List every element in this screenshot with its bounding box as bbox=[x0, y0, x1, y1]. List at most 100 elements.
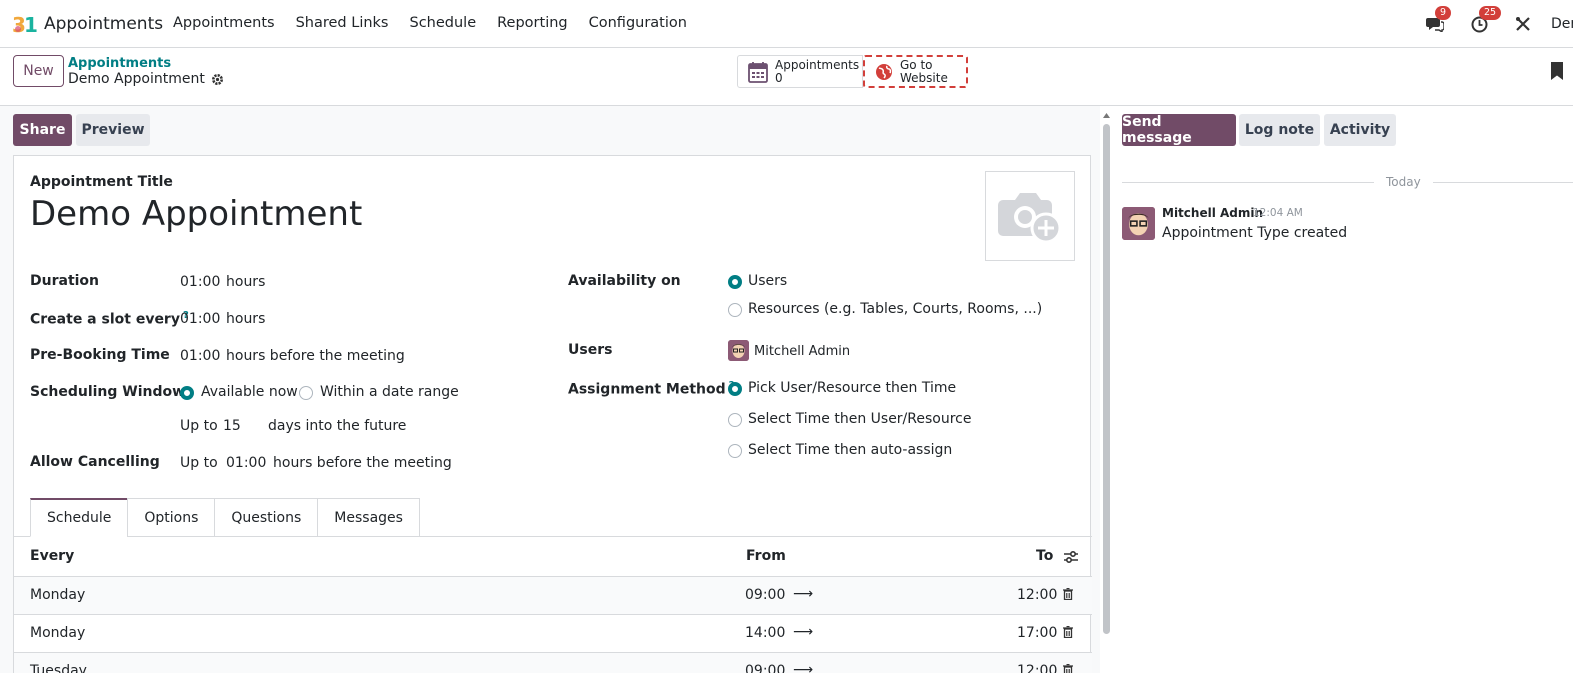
log-note-button[interactable]: Log note bbox=[1239, 114, 1320, 146]
date-separator: Today bbox=[1374, 175, 1433, 189]
menu-appointments[interactable]: Appointments bbox=[173, 15, 275, 31]
gear-icon[interactable] bbox=[211, 73, 224, 86]
availability-resources-label[interactable]: Resources (e.g. Tables, Courts, Rooms, .… bbox=[748, 301, 1042, 317]
user-avatar-icon bbox=[728, 340, 749, 361]
appointments-smart-button[interactable]: Appointments 0 bbox=[737, 55, 863, 88]
tab-questions[interactable]: Questions bbox=[214, 498, 318, 537]
breadcrumb-current-label: Demo Appointment bbox=[68, 71, 205, 87]
table-row[interactable]: Monday 14:00 ⟶ 17:00 bbox=[14, 615, 1092, 653]
availability-resources-radio[interactable] bbox=[728, 303, 742, 317]
chatter-panel: Send message Log note Activity Today Mit… bbox=[1111, 106, 1573, 673]
row-from[interactable]: 09:00 bbox=[745, 587, 785, 603]
table-row[interactable]: Monday 09:00 ⟶ 12:00 bbox=[14, 577, 1092, 615]
users-label: Users bbox=[568, 342, 613, 358]
globe-icon bbox=[876, 63, 892, 80]
assign-pick-user-label[interactable]: Pick User/Resource then Time bbox=[748, 380, 956, 396]
availability-users-label[interactable]: Users bbox=[748, 273, 787, 289]
app-name[interactable]: Appointments bbox=[44, 14, 163, 34]
arrow-right-icon: ⟶ bbox=[793, 586, 814, 602]
tab-messages[interactable]: Messages bbox=[317, 498, 420, 537]
user-menu[interactable]: Der bbox=[1551, 16, 1573, 32]
menu-reporting[interactable]: Reporting bbox=[497, 15, 568, 31]
arrow-right-icon: ⟶ bbox=[793, 662, 814, 673]
title-label: Appointment Title bbox=[30, 174, 173, 190]
activities-button[interactable]: 25 bbox=[1469, 6, 1502, 34]
tab-schedule[interactable]: Schedule bbox=[30, 498, 128, 537]
appointments-app-icon[interactable]: 3 1 bbox=[12, 13, 38, 35]
assign-time-user-radio[interactable] bbox=[728, 413, 742, 427]
assign-auto-label[interactable]: Select Time then auto-assign bbox=[748, 442, 952, 458]
row-to[interactable]: 12:00 bbox=[1017, 587, 1057, 603]
title-input[interactable]: Demo Appointment bbox=[30, 194, 362, 234]
row-to[interactable]: 12:00 bbox=[1017, 663, 1057, 673]
row-from[interactable]: 09:00 bbox=[745, 663, 785, 673]
appointments-smart-text: Appointments 0 bbox=[775, 57, 860, 85]
table-row[interactable]: Tuesday 09:00 ⟶ 12:00 bbox=[14, 653, 1092, 673]
prebook-unit: hours before the meeting bbox=[226, 348, 405, 364]
debug-tools-button[interactable] bbox=[1513, 14, 1533, 34]
assign-pick-user-radio[interactable] bbox=[728, 382, 742, 396]
schedule-table-header: Every From To bbox=[14, 537, 1092, 577]
avatar[interactable] bbox=[1122, 207, 1155, 240]
column-from[interactable]: From bbox=[746, 548, 786, 564]
message-author[interactable]: Mitchell Admin bbox=[1162, 206, 1263, 220]
systray: 9 25 Der bbox=[1401, 0, 1573, 48]
users-tag[interactable]: Mitchell Admin bbox=[754, 344, 850, 359]
trash-icon[interactable] bbox=[1063, 626, 1073, 638]
row-to[interactable]: 17:00 bbox=[1017, 625, 1057, 641]
optional-columns-icon[interactable] bbox=[1063, 549, 1079, 565]
availability-users-radio[interactable] bbox=[728, 275, 742, 289]
scroll-up-arrow-icon[interactable] bbox=[1103, 112, 1110, 118]
prebook-input[interactable]: 01:00 bbox=[180, 348, 220, 364]
form-pane: Share Preview Appointment Title Demo App… bbox=[0, 106, 1100, 673]
trash-icon[interactable] bbox=[1063, 664, 1073, 673]
duration-label: Duration bbox=[30, 273, 100, 289]
window-available-now-label[interactable]: Available now bbox=[201, 384, 298, 400]
scrollbar-thumb[interactable] bbox=[1103, 124, 1110, 634]
slot-input[interactable]: 01:00 bbox=[180, 311, 220, 327]
breadcrumb-parent[interactable]: Appointments bbox=[68, 56, 171, 71]
trash-icon[interactable] bbox=[1063, 588, 1073, 600]
activities-badge: 25 bbox=[1479, 6, 1502, 20]
share-button[interactable]: Share bbox=[13, 114, 72, 146]
cancel-input[interactable]: 01:00 bbox=[226, 455, 266, 471]
slot-label: Create a slot every? bbox=[30, 310, 189, 328]
control-panel: New Appointments Demo Appointment Appoin… bbox=[0, 48, 1573, 106]
menu-shared-links[interactable]: Shared Links bbox=[296, 15, 389, 31]
assign-auto-radio[interactable] bbox=[728, 444, 742, 458]
form-scrollbar[interactable] bbox=[1102, 112, 1111, 673]
column-every[interactable]: Every bbox=[30, 548, 74, 564]
tab-options[interactable]: Options bbox=[127, 498, 215, 537]
window-date-range-radio[interactable] bbox=[299, 386, 313, 400]
preview-button[interactable]: Preview bbox=[76, 114, 150, 146]
column-to[interactable]: To bbox=[1036, 548, 1053, 564]
tools-icon bbox=[1516, 17, 1530, 31]
menu-schedule[interactable]: Schedule bbox=[409, 15, 476, 31]
slot-label-text: Create a slot every bbox=[30, 311, 180, 328]
date-separator-line bbox=[1122, 182, 1573, 183]
messaging-button[interactable]: 9 bbox=[1425, 6, 1452, 34]
duration-input[interactable]: 01:00 bbox=[180, 274, 220, 290]
upto-input[interactable]: 15 bbox=[223, 418, 241, 434]
assign-time-user-label[interactable]: Select Time then User/Resource bbox=[748, 411, 971, 427]
assign-label: Assignment Method? bbox=[568, 380, 734, 398]
window-date-range-label[interactable]: Within a date range bbox=[320, 384, 459, 400]
appointments-smart-label: Appointments bbox=[775, 57, 860, 72]
messages-badge: 9 bbox=[1435, 6, 1452, 20]
top-navbar: 3 1 Appointments Appointments Shared Lin… bbox=[0, 0, 1573, 48]
notebook-tabs: Schedule Options Questions Messages bbox=[30, 498, 420, 537]
send-message-button[interactable]: Send message bbox=[1122, 114, 1236, 146]
activity-button[interactable]: Activity bbox=[1324, 114, 1396, 146]
window-available-now-radio[interactable] bbox=[180, 386, 194, 400]
appointments-smart-count: 0 bbox=[775, 70, 783, 85]
row-day: Tuesday bbox=[30, 663, 87, 673]
go-to-website-button[interactable]: Go to Website bbox=[863, 55, 968, 88]
row-from[interactable]: 14:00 bbox=[745, 625, 785, 641]
bookmark-icon[interactable] bbox=[1551, 62, 1563, 80]
message-body: Appointment Type created bbox=[1162, 225, 1348, 241]
menu-configuration[interactable]: Configuration bbox=[589, 15, 687, 31]
go-to-website-line2: Website bbox=[900, 70, 948, 85]
image-upload[interactable] bbox=[985, 171, 1075, 261]
new-button[interactable]: New bbox=[13, 55, 64, 87]
calendar-icon bbox=[748, 61, 768, 83]
